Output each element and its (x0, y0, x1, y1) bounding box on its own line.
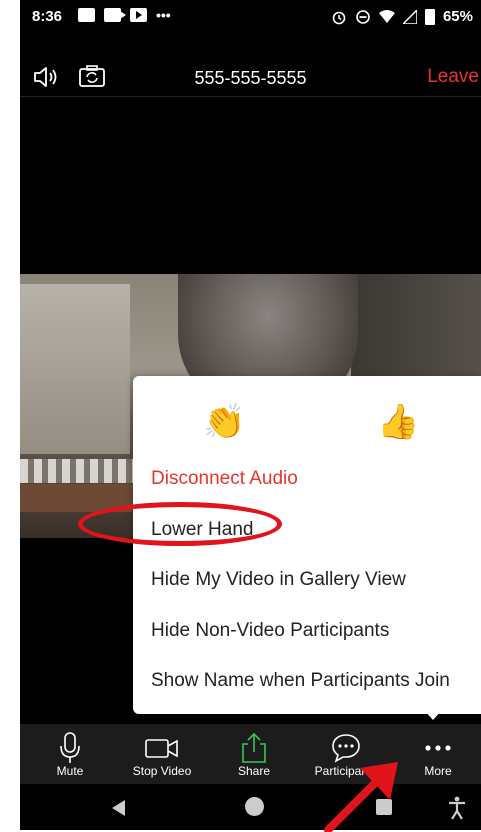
meeting-title: 555-555-5555 (194, 68, 307, 88)
back-icon[interactable] (112, 800, 125, 816)
menu-item-disconnect-audio[interactable]: Disconnect Audio (151, 468, 298, 490)
alarm-icon (332, 11, 346, 24)
menu-item-hide-my-video[interactable]: Hide My Video in Gallery View (151, 569, 406, 591)
gallery-icon (78, 8, 95, 22)
status-bar: 8:36 ••• 65% (20, 0, 481, 34)
wifi-icon (378, 9, 395, 23)
video-background-window (20, 284, 130, 454)
share-icon (242, 732, 266, 763)
status-notifications: ••• (78, 8, 176, 22)
menu-caret (424, 710, 442, 720)
phone-screen: 8:36 ••• 65% 555-555-5555 Leave 👏 👍 Disc… (20, 0, 481, 830)
more-dots-icon (425, 745, 451, 751)
share-button[interactable]: Share (208, 724, 300, 784)
video-camera-icon (145, 739, 178, 758)
annotation-highlight-ellipse (78, 502, 282, 546)
signal-icon (402, 9, 417, 24)
battery-icon (424, 8, 435, 25)
status-time: 8:36 (32, 8, 63, 25)
android-nav-bar (20, 784, 481, 830)
share-label: Share (237, 764, 271, 778)
video-background-items (20, 459, 150, 483)
youtube-icon (130, 8, 147, 22)
stop-video-button[interactable]: Stop Video (116, 724, 208, 784)
leave-button[interactable]: Leave (427, 66, 479, 88)
battery-percent: 65% (442, 8, 473, 25)
mute-button[interactable]: Mute (24, 724, 116, 784)
thumbs-up-reaction-button[interactable]: 👍 (377, 402, 419, 442)
meeting-toolbar: Mute Stop Video Share Participants More (20, 724, 481, 784)
status-right: 65% (331, 8, 473, 25)
video-notification-icon (104, 8, 126, 22)
top-divider (20, 96, 481, 97)
home-icon[interactable] (245, 797, 264, 816)
stop-video-label: Stop Video (132, 764, 192, 778)
more-notifications-icon: ••• (156, 7, 171, 23)
dnd-icon (356, 9, 370, 24)
meeting-top-bar: 555-555-5555 Leave (20, 56, 481, 96)
accessibility-icon[interactable] (447, 796, 467, 820)
annotation-arrow-icon (324, 762, 398, 832)
menu-item-hide-non-video[interactable]: Hide Non-Video Participants (151, 620, 389, 642)
clap-reaction-button[interactable]: 👏 (203, 402, 245, 442)
microphone-icon (60, 732, 80, 763)
mute-label: Mute (56, 764, 84, 778)
menu-item-show-name-on-join[interactable]: Show Name when Participants Join (151, 670, 450, 692)
